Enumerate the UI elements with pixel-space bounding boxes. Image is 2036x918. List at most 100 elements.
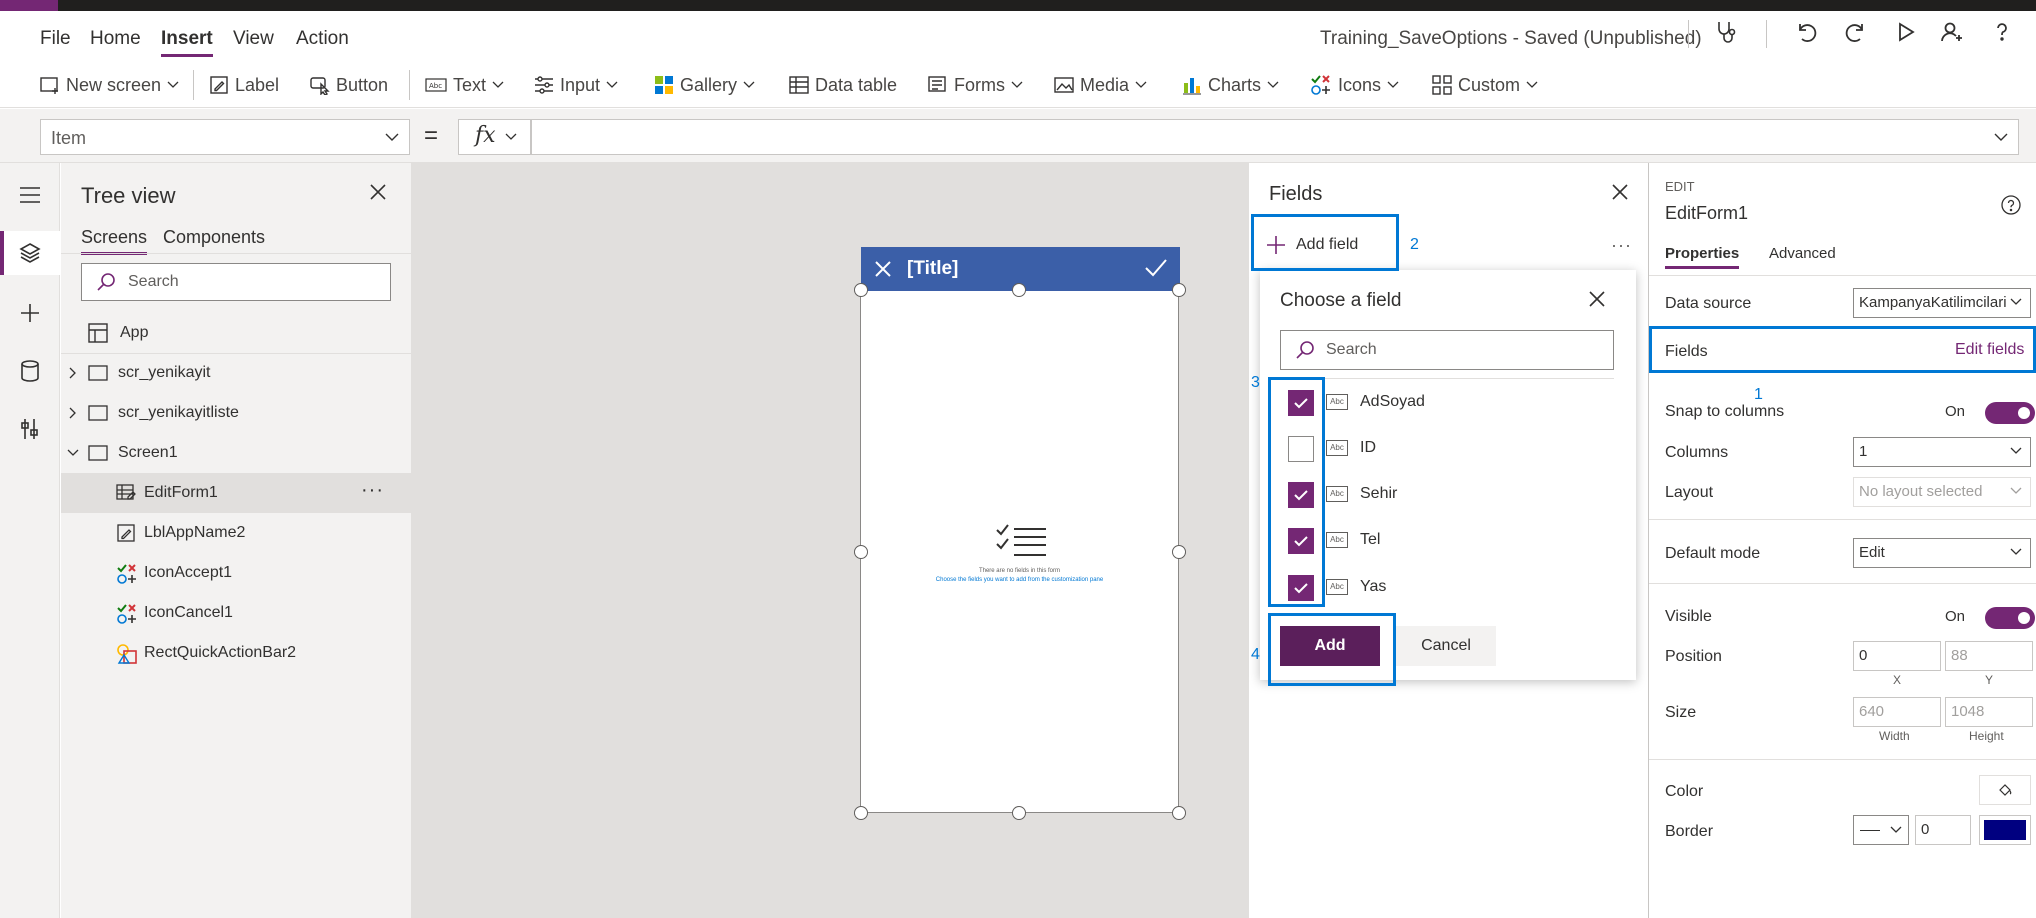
- snap-to-columns-toggle[interactable]: [1985, 402, 2035, 424]
- resize-handle[interactable]: [1172, 283, 1186, 297]
- help-icon[interactable]: [1984, 11, 2020, 53]
- border-style-dropdown[interactable]: [1853, 815, 1909, 845]
- tree-search-input[interactable]: Search: [81, 263, 391, 301]
- menu-view[interactable]: View: [233, 28, 274, 50]
- layers-icon[interactable]: [12, 235, 48, 271]
- button-label: Button: [336, 74, 389, 95]
- tree-item-screen1[interactable]: Screen1: [61, 433, 412, 473]
- default-mode-value: Edit: [1859, 544, 1885, 561]
- icons-button[interactable]: Icons: [1310, 72, 1399, 98]
- close-icon[interactable]: [1611, 183, 1629, 201]
- text-button[interactable]: Abc Text: [425, 72, 504, 98]
- checkmark-icon[interactable]: [1145, 259, 1167, 277]
- divider: [1649, 519, 2036, 520]
- property-dropdown[interactable]: Item: [40, 119, 410, 155]
- menu-action[interactable]: Action: [296, 28, 349, 50]
- tree-item-editform1[interactable]: EditForm1 ···: [61, 473, 412, 513]
- tree-item-label: scr_yenikayit: [118, 364, 211, 381]
- formula-input[interactable]: [531, 119, 2019, 155]
- user-add-icon[interactable]: [1934, 11, 1970, 53]
- tree-search-placeholder: Search: [128, 273, 179, 290]
- input-label: Input: [560, 74, 601, 95]
- tree-item-scr-yenikayitliste[interactable]: scr_yenikayitliste: [61, 393, 412, 433]
- border-thickness-input[interactable]: 0: [1915, 815, 1971, 845]
- visible-toggle[interactable]: [1985, 607, 2035, 629]
- field-row-tel[interactable]: Abc Tel: [1288, 528, 1608, 568]
- divider: [1649, 275, 2036, 276]
- chevron-down-icon[interactable]: [1994, 133, 2008, 142]
- columns-dropdown[interactable]: 1: [1853, 437, 2031, 467]
- border-color-picker[interactable]: [1979, 815, 2031, 845]
- tools-icon[interactable]: [12, 411, 48, 447]
- width-input[interactable]: 640: [1853, 697, 1941, 727]
- field-name: Yas: [1360, 578, 1387, 595]
- label-button[interactable]: Label: [209, 72, 279, 98]
- media-button[interactable]: Media: [1054, 72, 1147, 98]
- resize-handle[interactable]: [854, 545, 868, 559]
- more-options-icon[interactable]: ···: [361, 479, 384, 502]
- resize-handle[interactable]: [854, 283, 868, 297]
- chevron-right-icon[interactable]: [69, 407, 77, 419]
- default-mode-dropdown[interactable]: Edit: [1853, 538, 2031, 568]
- position-label: Position: [1665, 648, 1722, 665]
- height-input[interactable]: 1048: [1945, 697, 2033, 727]
- play-icon[interactable]: [1888, 11, 1924, 53]
- tab-properties[interactable]: Properties: [1665, 245, 1740, 269]
- edit-form-preview[interactable]: [Title] There are no fields in this form…: [860, 247, 1180, 813]
- help-icon[interactable]: [2001, 195, 2021, 215]
- tree-item-lblappname2[interactable]: LblAppName2: [61, 513, 412, 553]
- field-row-yas[interactable]: Abc Yas: [1288, 575, 1608, 615]
- tab-advanced[interactable]: Advanced: [1769, 245, 1836, 262]
- menu-file[interactable]: File: [40, 28, 71, 50]
- button-button[interactable]: Button: [310, 72, 388, 98]
- divider: [1688, 20, 1689, 48]
- close-icon[interactable]: [875, 261, 891, 277]
- menu-home[interactable]: Home: [90, 28, 141, 50]
- data-table-button[interactable]: Data table: [789, 72, 897, 98]
- color-picker[interactable]: [1979, 775, 2031, 805]
- position-x-input[interactable]: 0: [1853, 641, 1941, 671]
- gallery-button[interactable]: Gallery: [654, 72, 755, 98]
- tree-item-scr-yenikayit[interactable]: scr_yenikayit: [61, 353, 412, 393]
- data-source-dropdown[interactable]: KampanyaKatilimcilari: [1853, 288, 2031, 318]
- database-icon[interactable]: [12, 353, 48, 389]
- redo-icon[interactable]: [1838, 11, 1874, 53]
- field-search-input[interactable]: Search: [1280, 330, 1614, 370]
- chevron-right-icon[interactable]: [69, 367, 77, 379]
- chevron-down-icon[interactable]: [67, 449, 79, 457]
- more-options-icon[interactable]: ···: [1611, 235, 1632, 256]
- tree-item-app[interactable]: App: [61, 313, 412, 353]
- resize-handle[interactable]: [1172, 545, 1186, 559]
- columns-label: Columns: [1665, 444, 1729, 461]
- position-y-input[interactable]: 88: [1945, 641, 2033, 671]
- chevron-down-icon: [1135, 81, 1147, 88]
- close-icon[interactable]: [1588, 290, 1606, 308]
- field-row-id[interactable]: Abc ID: [1288, 436, 1608, 476]
- visible-toggle-state: On: [1945, 608, 1966, 625]
- resize-handle[interactable]: [1012, 283, 1026, 297]
- cancel-button[interactable]: Cancel: [1396, 626, 1496, 666]
- resize-handle[interactable]: [1172, 806, 1186, 820]
- tab-screens[interactable]: Screens: [81, 227, 148, 255]
- fx-button[interactable]: fx: [458, 119, 531, 155]
- input-button[interactable]: Input: [534, 72, 618, 98]
- tab-components[interactable]: Components: [163, 227, 265, 248]
- hamburger-icon[interactable]: [12, 177, 48, 213]
- field-row-sehir[interactable]: Abc Sehir: [1288, 482, 1608, 522]
- undo-icon[interactable]: [1788, 11, 1824, 53]
- tree-item-rectquickactionbar2[interactable]: RectQuickActionBar2: [61, 633, 412, 673]
- resize-handle[interactable]: [854, 806, 868, 820]
- custom-button[interactable]: Custom: [1432, 72, 1538, 98]
- stethoscope-icon[interactable]: [1709, 11, 1745, 53]
- tree-item-iconcancel1[interactable]: IconCancel1: [61, 593, 412, 633]
- menu-insert[interactable]: Insert: [161, 28, 213, 57]
- charts-button[interactable]: Charts: [1182, 72, 1279, 98]
- close-icon[interactable]: [369, 183, 387, 201]
- forms-button[interactable]: Forms: [928, 72, 1023, 98]
- field-name: AdSoyad: [1360, 393, 1425, 410]
- new-screen-button[interactable]: New screen: [40, 72, 179, 98]
- tree-item-iconaccept1[interactable]: IconAccept1: [61, 553, 412, 593]
- field-row-adsoyad[interactable]: Abc AdSoyad: [1288, 390, 1608, 430]
- resize-handle[interactable]: [1012, 806, 1026, 820]
- plus-icon[interactable]: [12, 295, 48, 331]
